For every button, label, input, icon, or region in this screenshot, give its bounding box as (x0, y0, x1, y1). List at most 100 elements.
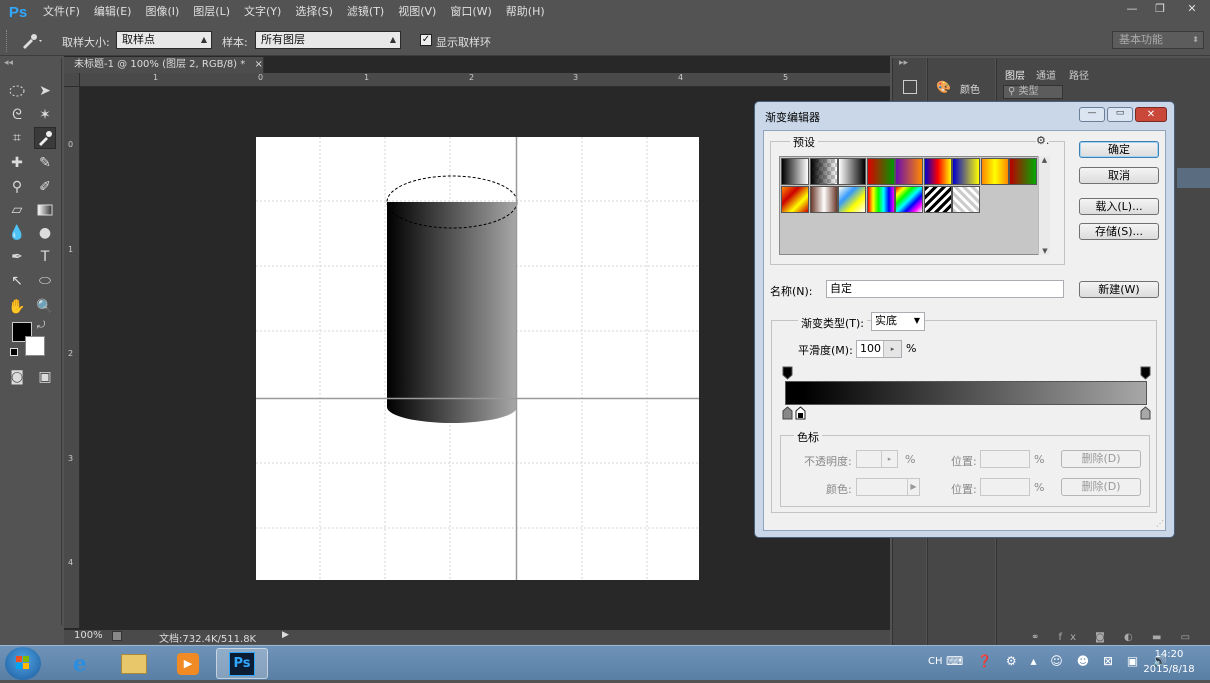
blur-tool-icon[interactable]: 💧 (6, 222, 28, 244)
menu-image[interactable]: 图像(I) (138, 0, 186, 24)
clone-stamp-tool-icon[interactable]: ⚲ (6, 176, 28, 198)
smoothness-field[interactable]: 100 ▸ (856, 340, 902, 358)
ruler-horizontal[interactable]: 0 1 2 3 4 5 1 (80, 73, 890, 87)
pen-tool-icon[interactable]: ✒ (6, 246, 28, 268)
history-brush-tool-icon[interactable]: ✐ (34, 176, 56, 198)
zoom-level[interactable]: 100% (74, 630, 103, 641)
eyedropper-tool-icon[interactable] (34, 127, 56, 149)
menu-view[interactable]: 视图(V) (391, 0, 443, 24)
load-button[interactable]: 载入(L)... (1079, 198, 1159, 215)
gradient-preset-swatch[interactable] (895, 158, 923, 185)
menu-layer[interactable]: 图层(L) (186, 0, 237, 24)
opacity-location-field[interactable] (980, 450, 1030, 468)
gradient-preset-swatch[interactable] (838, 158, 866, 185)
lasso-tool-icon[interactable]: ᘓ (6, 104, 28, 126)
sample-size-select[interactable]: 取样点 ▲ (116, 31, 212, 49)
start-button-icon[interactable] (5, 647, 41, 680)
gradient-type-select[interactable]: 实底 ▼ (871, 312, 925, 331)
menu-select[interactable]: 选择(S) (288, 0, 340, 24)
default-colors-icon[interactable] (10, 348, 18, 356)
close-icon[interactable]: ✕ (1174, 0, 1210, 18)
marquee-tool-icon[interactable] (6, 80, 28, 102)
background-color-swatch[interactable] (25, 336, 45, 356)
gradient-preset-swatch[interactable] (895, 186, 923, 213)
tab-layers[interactable]: 图层 (1005, 67, 1025, 82)
color-stop-1[interactable] (782, 406, 793, 420)
new-button[interactable]: 新建(W) (1079, 281, 1159, 298)
menu-filter[interactable]: 滤镜(T) (340, 0, 391, 24)
gradient-preview-bar[interactable] (785, 381, 1147, 405)
gradient-preset-swatch[interactable] (923, 158, 952, 185)
crop-tool-icon[interactable]: ⌗ (6, 127, 28, 149)
ruler-vertical[interactable]: 0 1 2 3 4 (64, 87, 80, 628)
dialog-close-icon[interactable]: ✕ (1135, 107, 1167, 122)
gradient-preset-swatch[interactable] (781, 158, 809, 185)
gradient-preset-swatch[interactable] (923, 186, 952, 213)
dialog-maximize-icon[interactable]: ▭ (1107, 107, 1133, 122)
gradient-preset-swatch[interactable] (866, 186, 895, 213)
cancel-button[interactable]: 取消 (1079, 167, 1159, 184)
eraser-tool-icon[interactable]: ▱ (6, 199, 28, 221)
gradient-preset-swatch[interactable] (781, 186, 809, 213)
dialog-minimize-icon[interactable]: — (1079, 107, 1105, 122)
type-tool-icon[interactable]: T (34, 246, 56, 268)
gradient-preset-swatch[interactable] (1009, 158, 1037, 185)
quick-mask-icon[interactable]: ◙ (6, 366, 28, 388)
canvas[interactable] (256, 137, 699, 580)
move-tool-icon[interactable]: ➤ (34, 80, 56, 102)
media-player-icon[interactable]: ▶ (162, 648, 214, 679)
name-field[interactable]: 自定 (826, 280, 1064, 298)
collapse-dock-icon[interactable]: ▸▸ (899, 58, 908, 68)
history-panel-icon[interactable] (903, 80, 917, 94)
gradient-preset-swatch[interactable] (980, 158, 1009, 185)
dodge-tool-icon[interactable]: ● (34, 222, 56, 244)
gradient-preset-swatch[interactable] (866, 158, 895, 185)
tab-paths[interactable]: 路径 (1069, 67, 1089, 82)
layer-filter-select[interactable]: ⚲ 类型 (1003, 85, 1063, 99)
gradient-preset-swatch[interactable] (809, 186, 838, 213)
menu-window[interactable]: 窗口(W) (443, 0, 498, 24)
gradient-preset-swatch[interactable] (838, 186, 866, 213)
opacity-field[interactable]: ▸ (856, 450, 898, 468)
opacity-stop-right[interactable] (1140, 366, 1151, 380)
menu-type[interactable]: 文字(Y) (237, 0, 288, 24)
photoshop-taskbar-icon[interactable]: Ps (216, 648, 268, 679)
path-selection-tool-icon[interactable]: ↖ (6, 270, 28, 292)
collapse-tools-icon[interactable]: ◂◂ (4, 58, 13, 68)
menu-help[interactable]: 帮助(H) (499, 0, 552, 24)
ime-indicator[interactable]: CH (928, 656, 943, 667)
explorer-icon[interactable] (108, 648, 160, 679)
sample-select[interactable]: 所有图层 ▲ (255, 31, 401, 49)
menu-file[interactable]: 文件(F) (36, 0, 87, 24)
ellipse-tool-icon[interactable]: ⬭ (34, 270, 56, 292)
color-tab-label[interactable]: 颜色 (960, 81, 980, 96)
zoom-tool-icon[interactable]: 🔍 (34, 296, 56, 318)
clock-time[interactable]: 14:20 (1134, 649, 1204, 660)
ruler-origin[interactable] (64, 73, 80, 87)
menu-edit[interactable]: 编辑(E) (87, 0, 139, 24)
presets-scrollbar[interactable]: ▲ ▼ (1038, 156, 1050, 255)
stop-color-swatch[interactable]: ▶ (856, 478, 920, 496)
presets-gear-icon[interactable]: ⚙. (1036, 134, 1050, 147)
layer-row-selected[interactable] (1177, 168, 1210, 188)
delete-opacity-stop-button[interactable]: 删除(D) (1061, 450, 1141, 468)
status-info-icon[interactable] (112, 631, 122, 641)
swap-colors-icon[interactable]: ⤾ (37, 320, 45, 331)
color-stop-2[interactable] (795, 406, 806, 420)
layer-actions-icons[interactable]: ⚭ fx ◙ ◐ ▬ ▭ 🗑 (1031, 632, 1210, 643)
minimize-icon[interactable]: — (1118, 0, 1146, 18)
gradient-preset-swatch[interactable] (809, 158, 838, 185)
color-location-field[interactable] (980, 478, 1030, 496)
healing-brush-tool-icon[interactable]: ✚ (6, 152, 28, 174)
status-menu-arrow-icon[interactable]: ▶ (282, 630, 289, 640)
clock-date[interactable]: 2015/8/18 (1134, 664, 1204, 675)
document-tab[interactable]: 未标题-1 @ 100% (图层 2, RGB/8) * × (64, 57, 264, 73)
ok-button[interactable]: 确定 (1079, 141, 1159, 158)
workspace-select[interactable]: 基本功能 ⬍ (1112, 31, 1204, 49)
brush-tool-icon[interactable]: ✎ (34, 152, 56, 174)
delete-color-stop-button[interactable]: 删除(D) (1061, 478, 1141, 496)
gradient-tool-icon[interactable] (34, 199, 56, 221)
color-stop-right[interactable] (1140, 406, 1151, 420)
ie-icon[interactable]: e (54, 648, 106, 679)
tab-channels[interactable]: 通道 (1036, 67, 1056, 82)
